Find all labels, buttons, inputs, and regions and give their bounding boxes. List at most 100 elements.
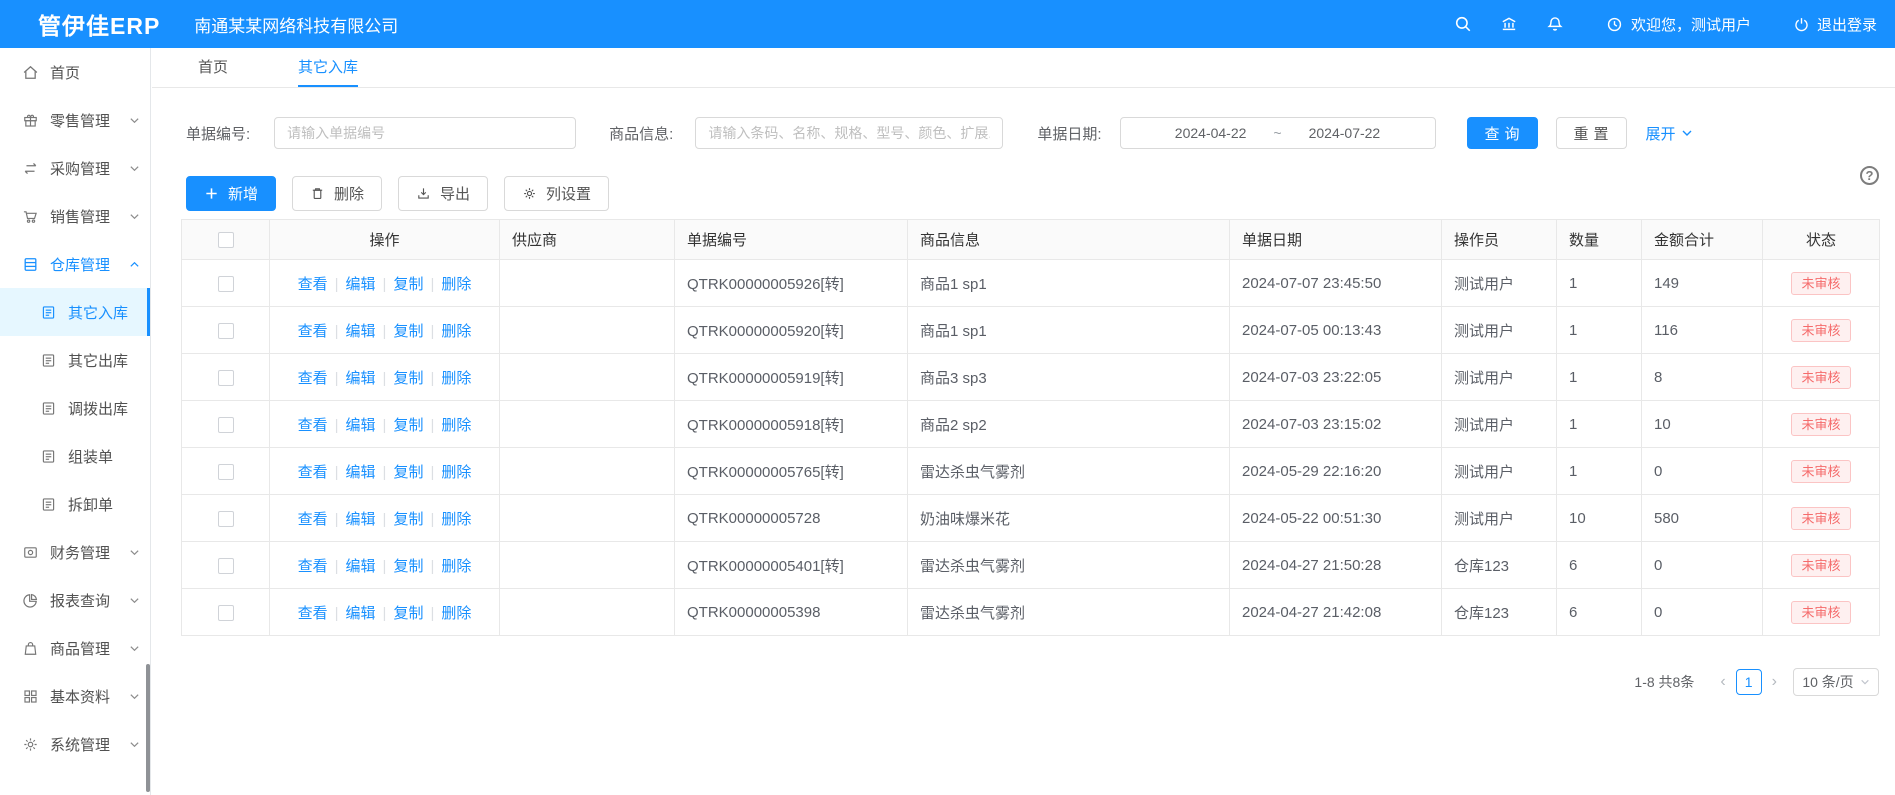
- bill-no-cell: QTRK00000005401[转]: [675, 542, 908, 589]
- row-checkbox[interactable]: [218, 276, 234, 292]
- delete-link[interactable]: 删除: [441, 323, 471, 340]
- delete-link[interactable]: 删除: [441, 417, 471, 434]
- sidebar-item-retail[interactable]: 零售管理: [0, 96, 150, 144]
- delete-link[interactable]: 删除: [441, 276, 471, 293]
- sidebar-item-reports[interactable]: 报表查询: [0, 576, 150, 624]
- status-badge: 未审核: [1791, 319, 1850, 342]
- edit-link[interactable]: 编辑: [346, 370, 376, 387]
- export-button[interactable]: 导出: [398, 176, 488, 211]
- copy-link[interactable]: 复制: [393, 323, 423, 340]
- delete-link[interactable]: 删除: [441, 464, 471, 481]
- tab-other-inbound[interactable]: 其它入库: [298, 48, 358, 87]
- gear-icon: [522, 186, 537, 201]
- tab-home[interactable]: 首页: [198, 48, 228, 87]
- edit-link[interactable]: 编辑: [346, 511, 376, 528]
- page-size-select[interactable]: 10 条/页: [1793, 668, 1879, 696]
- copy-link[interactable]: 复制: [393, 370, 423, 387]
- action-separator: |: [335, 605, 339, 622]
- row-checkbox[interactable]: [218, 464, 234, 480]
- view-link[interactable]: 查看: [298, 511, 328, 528]
- add-button-label: 新增: [228, 183, 258, 204]
- sidebar-item-label: 采购管理: [50, 158, 110, 179]
- row-checkbox[interactable]: [218, 511, 234, 527]
- copy-link[interactable]: 复制: [393, 605, 423, 622]
- sidebar-scrollbar[interactable]: [146, 664, 150, 792]
- view-link[interactable]: 查看: [298, 605, 328, 622]
- delete-button[interactable]: 删除: [292, 176, 382, 211]
- sidebar-item-label: 商品管理: [50, 638, 110, 659]
- chevron-down-icon: [129, 547, 140, 558]
- select-all-checkbox[interactable]: [218, 232, 234, 248]
- user-welcome[interactable]: 欢迎您，测试用户: [1606, 14, 1751, 35]
- copy-link[interactable]: 复制: [393, 511, 423, 528]
- sidebar-item-transfer-outbound[interactable]: 调拨出库: [0, 384, 150, 432]
- delete-link[interactable]: 删除: [441, 370, 471, 387]
- sidebar-item-other-inbound[interactable]: 其它入库: [0, 288, 150, 336]
- operator-cell: 测试用户: [1442, 401, 1557, 448]
- search-button[interactable]: 查询: [1467, 117, 1538, 149]
- edit-link[interactable]: 编辑: [346, 323, 376, 340]
- delete-link[interactable]: 删除: [441, 605, 471, 622]
- delete-button-label: 删除: [334, 183, 364, 204]
- sidebar-item-label: 其它出库: [68, 350, 128, 371]
- copy-link[interactable]: 复制: [393, 464, 423, 481]
- edit-link[interactable]: 编辑: [346, 276, 376, 293]
- copy-link[interactable]: 复制: [393, 417, 423, 434]
- next-page-icon[interactable]: ›: [1766, 673, 1783, 691]
- column-header-3: 商品信息: [908, 220, 1230, 260]
- bill-no-input[interactable]: [274, 117, 576, 149]
- bank-icon[interactable]: [1486, 15, 1532, 33]
- prev-page-icon[interactable]: ‹: [1714, 673, 1731, 691]
- view-link[interactable]: 查看: [298, 276, 328, 293]
- view-link[interactable]: 查看: [298, 323, 328, 340]
- add-button[interactable]: 新增: [186, 176, 276, 211]
- bill-no-cell: QTRK00000005398: [675, 589, 908, 636]
- row-checkbox[interactable]: [218, 558, 234, 574]
- copy-link[interactable]: 复制: [393, 558, 423, 575]
- sidebar-item-disassembly[interactable]: 拆卸单: [0, 480, 150, 528]
- view-link[interactable]: 查看: [298, 370, 328, 387]
- edit-link[interactable]: 编辑: [346, 605, 376, 622]
- search-icon[interactable]: [1440, 15, 1486, 33]
- sidebar-item-other-outbound[interactable]: 其它出库: [0, 336, 150, 384]
- date-range-separator: ~: [1273, 125, 1281, 141]
- view-link[interactable]: 查看: [298, 558, 328, 575]
- column-settings-button[interactable]: 列设置: [504, 176, 609, 211]
- row-checkbox[interactable]: [218, 323, 234, 339]
- view-link[interactable]: 查看: [298, 417, 328, 434]
- date-range-picker[interactable]: 2024-04-22 ~ 2024-07-22: [1120, 117, 1436, 149]
- row-checkbox[interactable]: [218, 370, 234, 386]
- product-info-input[interactable]: [695, 117, 1003, 149]
- sidebar-item-finance[interactable]: 财务管理: [0, 528, 150, 576]
- expand-toggle[interactable]: 展开: [1646, 123, 1693, 144]
- sidebar-item-home[interactable]: 首页: [0, 48, 150, 96]
- sidebar-item-warehouse[interactable]: 仓库管理: [0, 240, 150, 288]
- delete-link[interactable]: 删除: [441, 558, 471, 575]
- sidebar-item-basic-data[interactable]: 基本资料: [0, 672, 150, 720]
- edit-link[interactable]: 编辑: [346, 464, 376, 481]
- row-checkbox[interactable]: [218, 417, 234, 433]
- copy-link[interactable]: 复制: [393, 276, 423, 293]
- sidebar-item-purchase[interactable]: 采购管理: [0, 144, 150, 192]
- sidebar-item-sales[interactable]: 销售管理: [0, 192, 150, 240]
- reset-button[interactable]: 重置: [1556, 117, 1627, 149]
- date-cell: 2024-07-05 00:13:43: [1230, 307, 1442, 354]
- edit-link[interactable]: 编辑: [346, 558, 376, 575]
- view-link[interactable]: 查看: [298, 464, 328, 481]
- page-number-1[interactable]: 1: [1736, 669, 1762, 695]
- tab-bar: 首页 其它入库: [152, 48, 1895, 88]
- product-cell: 雷达杀虫气雾剂: [908, 448, 1230, 495]
- sidebar-item-system[interactable]: 系统管理: [0, 720, 150, 768]
- delete-link[interactable]: 删除: [441, 511, 471, 528]
- supplier-cell: [500, 401, 675, 448]
- sidebar-item-goods[interactable]: 商品管理: [0, 624, 150, 672]
- row-checkbox[interactable]: [218, 605, 234, 621]
- chevron-down-icon: [129, 115, 140, 126]
- action-separator: |: [383, 370, 387, 387]
- sidebar-item-assembly[interactable]: 组装单: [0, 432, 150, 480]
- edit-link[interactable]: 编辑: [346, 417, 376, 434]
- help-icon[interactable]: ?: [1860, 166, 1879, 185]
- logout-button[interactable]: 退出登录: [1793, 14, 1877, 35]
- table-row: 查看|编辑|复制|删除QTRK00000005926[转]商品1 sp12024…: [182, 260, 1880, 307]
- bell-icon[interactable]: [1532, 15, 1578, 33]
